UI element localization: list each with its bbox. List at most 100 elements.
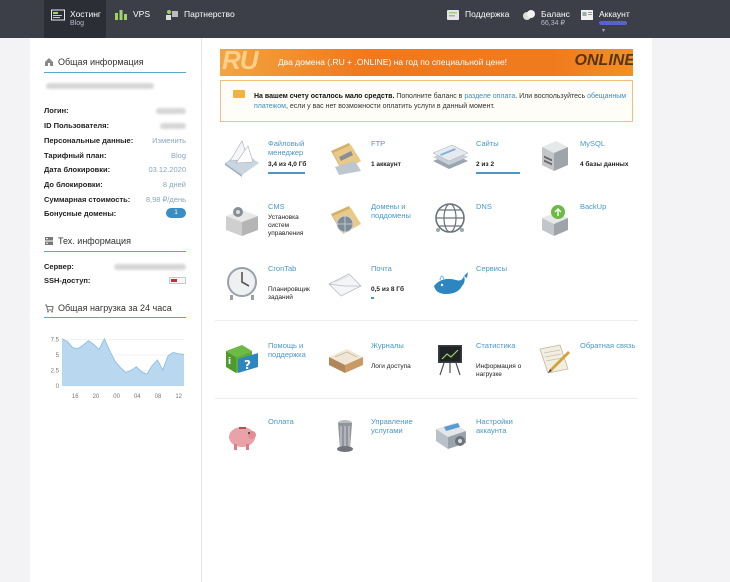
nav-partnership[interactable]: Партнерство: [165, 0, 235, 38]
whale-icon: [434, 272, 468, 294]
notice-part: Пополните баланс в: [394, 93, 465, 100]
database-server-icon: [542, 141, 568, 171]
help-question-icon: ?i: [226, 345, 258, 373]
tile-statistics[interactable]: Статистика Информация о нагрузке: [430, 339, 534, 389]
promo-online-text: ONLINE: [574, 52, 633, 69]
info-row-user-id: ID Пользователя:: [44, 121, 186, 131]
nav-partnership-label: Партнерство: [184, 9, 235, 19]
tile-backup[interactable]: BackUp: [534, 200, 638, 250]
tile-account-settings[interactable]: Настройки аккаунта: [430, 415, 534, 465]
nav-balance[interactable]: Баланс 66,34 ₽: [522, 0, 570, 38]
tile-file-manager[interactable]: Файловый менеджер 3,4 из 4,0 Гб: [222, 137, 326, 187]
dns-globe-icon: [435, 203, 465, 233]
load-heading: Общая нагрузка за 24 часа: [44, 303, 172, 313]
tile-sites[interactable]: Сайты 2 из 2: [430, 137, 534, 187]
nav-support[interactable]: Поддержка: [446, 0, 509, 38]
chart-y-tick-label: 2.5: [51, 369, 60, 375]
partnership-icon: [166, 10, 178, 20]
tile-mysql-desc: 4 базы данных: [580, 161, 628, 169]
feedback-pen-icon: [539, 344, 570, 374]
tile-logs-desc: Логи доступа: [371, 363, 411, 370]
file-manager-usage-bar: [268, 172, 306, 174]
tile-mysql-name: MySQL: [580, 139, 606, 148]
tile-ftp-desc: 1 аккаунт: [371, 161, 401, 169]
tile-cms-name: CMS: [268, 202, 285, 211]
info-row-personal-data: Персональные данные: Изменить: [44, 136, 186, 146]
svg-text:i: i: [228, 357, 231, 367]
promo-text: Два домена (.RU + .ONLINE) на год по спе…: [278, 57, 508, 67]
tech-info-heading: Тех. информация: [44, 236, 131, 246]
server-icon: [45, 237, 53, 245]
chart-x-tick-label: 04: [134, 394, 141, 400]
sites-usage-bar: [476, 172, 520, 174]
tile-feedback-name: Обратная связь: [580, 341, 636, 350]
tile-backup-name: BackUp: [580, 202, 607, 211]
promo-ru-text: RU: [222, 49, 259, 75]
tile-feedback[interactable]: Обратная связь: [534, 339, 638, 389]
promo-banner[interactable]: RU Два домена (.RU + .ONLINE) на год по …: [220, 49, 633, 76]
hosting-icon: [51, 9, 65, 21]
tile-mail[interactable]: Почта 0,5 из 8 Гб: [325, 262, 429, 312]
tile-help[interactable]: ? i Помощь и поддержка: [222, 339, 326, 389]
chart-x-tick-label: 20: [93, 394, 100, 400]
redacted-value: [160, 123, 186, 129]
tile-crontab[interactable]: CronTab Планировщик заданий: [222, 262, 326, 312]
notice-text: На вашем счету осталось мало средств. По…: [254, 92, 629, 112]
redacted-value: [156, 108, 186, 114]
nav-vps[interactable]: VPS: [114, 0, 150, 38]
coins-icon: [523, 10, 535, 20]
info-row-block-date: Дата блокировки: 03.12.2020: [44, 165, 186, 175]
tile-domains[interactable]: Домены и поддомены: [325, 200, 429, 250]
tile-mysql-desc-text: 4 базы данных: [580, 161, 629, 168]
account-settings-icon: [436, 423, 466, 449]
notice-part: . Или воспользуйтесь: [515, 93, 588, 100]
chevron-down-icon[interactable]: ▾: [602, 27, 605, 34]
load-title: Общая нагрузка за 24 часа: [58, 303, 172, 313]
tile-help-name: Помощь и поддержка: [268, 341, 306, 359]
tile-sites-desc: 2 из 2: [476, 161, 495, 168]
chart-y-tick-label: 0: [56, 384, 60, 390]
tile-payment[interactable]: Оплата: [222, 415, 326, 465]
info-key: SSH-доступ:: [44, 276, 91, 285]
tile-ftp-desc-text: 1 аккаунт: [371, 161, 401, 168]
tile-mail-name: Почта: [371, 264, 392, 273]
info-key: До блокировки:: [44, 180, 103, 189]
info-key: Логин:: [44, 106, 69, 115]
top-navigation-bar: Хостинг Blog VPS Партнерство Поддержка Б…: [0, 0, 730, 38]
info-value: 03.12.2020: [148, 165, 186, 174]
tile-logs[interactable]: Журналы Логи доступа: [325, 339, 429, 389]
tile-crontab-name: CronTab: [268, 264, 297, 273]
piggy-bank-icon: [229, 427, 256, 450]
payment-section-link[interactable]: разделе оплата: [464, 93, 515, 100]
nav-vps-label: VPS: [133, 9, 151, 19]
ssh-toggle[interactable]: [169, 277, 186, 284]
tile-sites-name: Сайты: [476, 139, 499, 148]
tile-ftp[interactable]: FTP 1 аккаунт: [325, 137, 429, 187]
tiles-divider: [215, 398, 638, 399]
nav-hosting[interactable]: Хостинг Blog: [44, 0, 106, 38]
chart-x-tick-label: 00: [113, 394, 120, 400]
tile-cms[interactable]: CMS Установка систем управления: [222, 200, 326, 250]
redacted-user-name: [46, 83, 154, 89]
info-key: Дата блокировки:: [44, 165, 111, 174]
info-row-ssh: SSH-доступ:: [44, 276, 186, 286]
tile-file-manager-name: Файловый менеджер: [268, 139, 305, 157]
tile-services[interactable]: Сервисы: [430, 262, 534, 312]
tile-mail-desc: 0,5 из 8 Гб: [371, 286, 404, 293]
bonus-domains-badge[interactable]: 1: [166, 208, 186, 218]
cms-box-icon: [226, 207, 258, 236]
support-icon: [447, 10, 459, 20]
statistics-board-icon: [438, 345, 462, 376]
tile-dns[interactable]: DNS: [430, 200, 534, 250]
info-row-server: Сервер:: [44, 262, 186, 272]
mail-envelope-icon: [328, 273, 362, 297]
low-balance-notice: На вашем счету осталось мало средств. По…: [220, 80, 633, 122]
edit-personal-data-link[interactable]: Изменить: [152, 136, 186, 145]
tile-cms-desc: Установка систем управления: [268, 214, 304, 237]
info-row-until-block: До блокировки: 8 дней: [44, 180, 186, 190]
notice-part: , если у вас нет возможности оплатить ус…: [285, 103, 495, 110]
info-row-bonus-domains: Бонусные домены: 1: [44, 208, 186, 219]
tile-service-management[interactable]: Управление услугами: [325, 415, 429, 465]
sites-stack-icon: [432, 144, 469, 169]
tile-mysql[interactable]: MySQL 4 базы данных: [534, 137, 638, 187]
